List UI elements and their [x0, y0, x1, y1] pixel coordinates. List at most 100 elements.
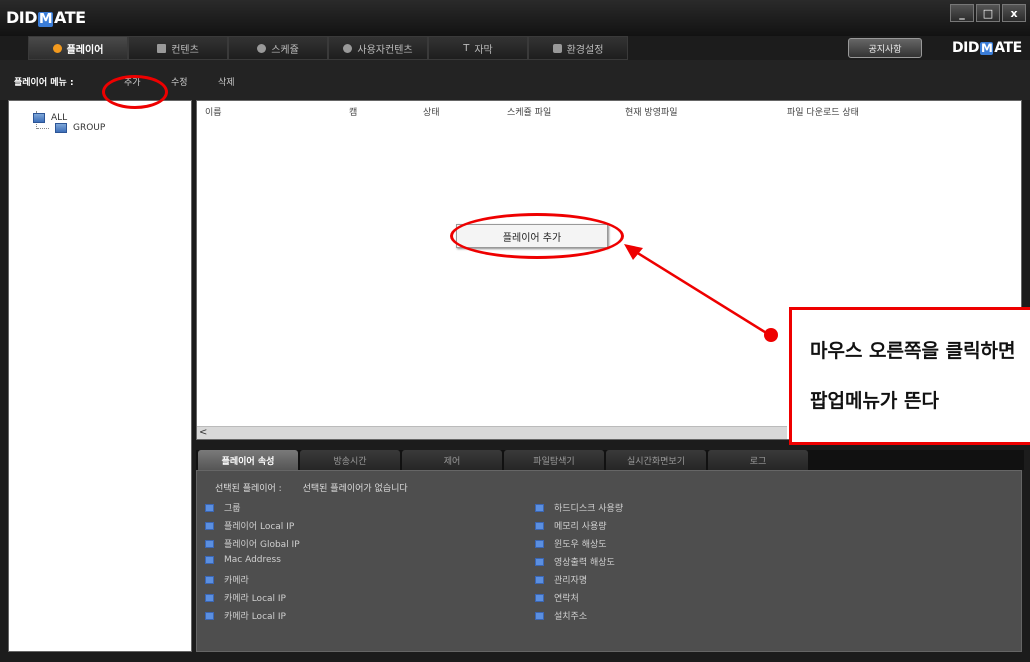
close-button[interactable]: x	[1002, 4, 1026, 22]
annotation-callout: 마우스 오른쪽을 클릭하면 팝업메뉴가 뜬다	[789, 307, 1030, 445]
prop-label: 관리자명	[554, 576, 588, 586]
bullet-icon	[205, 539, 214, 548]
prop-label: 영상출력 해상도	[554, 558, 615, 568]
selected-player-value: 선택된 플레이어가 없습니다	[302, 484, 408, 494]
prop-label: 그룹	[224, 504, 241, 514]
tab-label: 플레이어	[66, 44, 104, 56]
player-menu-label: 플레이어 메뉴 :	[14, 78, 74, 88]
prop-window-resolution: 윈도우 해상도	[535, 537, 607, 550]
bullet-icon	[535, 539, 544, 548]
prop-label: 카메라 Local IP	[224, 594, 286, 604]
tree-connector	[37, 127, 49, 129]
prop-video-output-resolution: 영상출력 해상도	[535, 555, 615, 568]
bullet-icon	[205, 575, 214, 584]
play-icon	[52, 43, 62, 53]
column-header[interactable]: 현재 방영파일	[625, 105, 678, 118]
clock-icon	[257, 43, 267, 53]
column-header[interactable]: 파일 다운로드 상태	[787, 105, 859, 118]
brand-logo: DID M ATE	[952, 40, 1022, 56]
scroll-left-arrow-icon[interactable]: <	[199, 427, 207, 438]
bullet-icon	[205, 593, 214, 602]
tab-log[interactable]: 로그	[708, 450, 808, 470]
prop-label: 카메라	[224, 576, 249, 586]
bullet-icon	[205, 556, 214, 564]
prop-label: 플레이어 Local IP	[224, 522, 295, 532]
main-tabs: 플레이어 컨텐츠 스케쥴 사용자컨텐츠 T 자막 환경설정	[28, 36, 628, 60]
tab-broadcast-time[interactable]: 방송시간	[300, 450, 400, 470]
text-icon: T	[463, 42, 470, 54]
title-bar: DID M ATE _ □ x	[0, 0, 1030, 36]
prop-install-address: 설치주소	[535, 609, 587, 622]
prop-contact: 연락처	[535, 591, 579, 604]
edit-button[interactable]: 수정	[171, 75, 188, 88]
prop-disk-usage: 하드디스크 사용량	[535, 501, 623, 514]
bullet-icon	[205, 611, 214, 620]
settings-icon	[552, 43, 562, 53]
delete-button[interactable]: 삭제	[218, 75, 235, 88]
tab-schedule[interactable]: 스케쥴	[228, 36, 328, 60]
tab-settings[interactable]: 환경설정	[528, 36, 628, 60]
tab-subtitle[interactable]: T 자막	[428, 36, 528, 60]
prop-group: 그룹	[205, 501, 241, 514]
prop-manager-name: 관리자명	[535, 573, 587, 586]
tree-item-label: GROUP	[73, 123, 106, 133]
prop-camera-local-ip-2: 카메라 Local IP	[205, 609, 286, 622]
bullet-icon	[535, 593, 544, 602]
highlight-popup-circle	[450, 213, 624, 259]
bullet-icon	[535, 611, 544, 620]
highlight-add-circle	[102, 75, 168, 109]
prop-label: 메모리 사용량	[554, 522, 607, 532]
tab-file-explorer[interactable]: 파일탐색기	[504, 450, 604, 470]
notice-button[interactable]: 공지사항	[848, 38, 922, 58]
tab-contents[interactable]: 컨텐츠	[128, 36, 228, 60]
tab-player-properties[interactable]: 플레이어 속성	[198, 450, 298, 470]
property-tabs: 플레이어 속성 방송시간 제어 파일탐색기 실시간화면보기 로그	[196, 450, 1024, 470]
grid-icon	[157, 43, 167, 53]
tree-item-group[interactable]: GROUP	[37, 121, 105, 135]
group-tree: ALL GROUP	[8, 100, 192, 652]
selected-player-row: 선택된 플레이어 : 선택된 플레이어가 없습니다	[215, 481, 426, 494]
prop-memory-usage: 메모리 사용량	[535, 519, 607, 532]
player-properties-panel: 선택된 플레이어 : 선택된 플레이어가 없습니다 그룹 플레이어 Local …	[196, 470, 1022, 652]
minimize-button[interactable]: _	[950, 4, 974, 22]
folder-icon	[55, 123, 67, 133]
prop-label: 연락처	[554, 594, 579, 604]
prop-camera-local-ip: 카메라 Local IP	[205, 591, 286, 604]
callout-line-1: 마우스 오른쪽을 클릭하면	[810, 340, 1016, 362]
user-icon	[343, 43, 353, 53]
maximize-button[interactable]: □	[976, 4, 1000, 22]
tab-label: 스케쥴	[271, 44, 299, 56]
tab-control[interactable]: 제어	[402, 450, 502, 470]
prop-label: 하드디스크 사용량	[554, 504, 624, 514]
column-header[interactable]: 이름	[205, 105, 222, 118]
horizontal-scrollbar[interactable]: <	[197, 426, 787, 439]
prop-camera: 카메라	[205, 573, 249, 586]
tab-user-contents[interactable]: 사용자컨텐츠	[328, 36, 428, 60]
tab-label: 환경설정	[566, 44, 604, 56]
tab-live-view[interactable]: 실시간화면보기	[606, 450, 706, 470]
bullet-icon	[205, 503, 214, 512]
column-header[interactable]: 상태	[423, 105, 440, 118]
column-header[interactable]: 캠	[349, 105, 357, 118]
bullet-icon	[535, 503, 544, 512]
tab-label: 자막	[474, 44, 493, 56]
app-logo: DID M ATE	[6, 8, 86, 27]
tab-label: 사용자컨텐츠	[357, 44, 413, 56]
column-header[interactable]: 스케쥴 파일	[507, 105, 551, 118]
prop-label: 카메라 Local IP	[224, 612, 286, 622]
prop-label: Mac Address	[224, 555, 281, 565]
prop-label: 윈도우 해상도	[554, 540, 607, 550]
bullet-icon	[535, 575, 544, 584]
prop-player-local-ip: 플레이어 Local IP	[205, 519, 294, 532]
tab-player[interactable]: 플레이어	[28, 36, 128, 60]
prop-label: 플레이어 Global IP	[224, 540, 300, 550]
window-controls: _ □ x	[950, 4, 1026, 22]
prop-mac-address: Mac Address	[205, 555, 281, 565]
tab-label: 컨텐츠	[171, 44, 199, 56]
callout-line-2: 팝업메뉴가 뜬다	[810, 390, 939, 412]
bullet-icon	[535, 557, 544, 566]
prop-label: 설치주소	[554, 612, 588, 622]
bullet-icon	[205, 521, 214, 530]
bullet-icon	[535, 521, 544, 530]
prop-player-global-ip: 플레이어 Global IP	[205, 537, 300, 550]
